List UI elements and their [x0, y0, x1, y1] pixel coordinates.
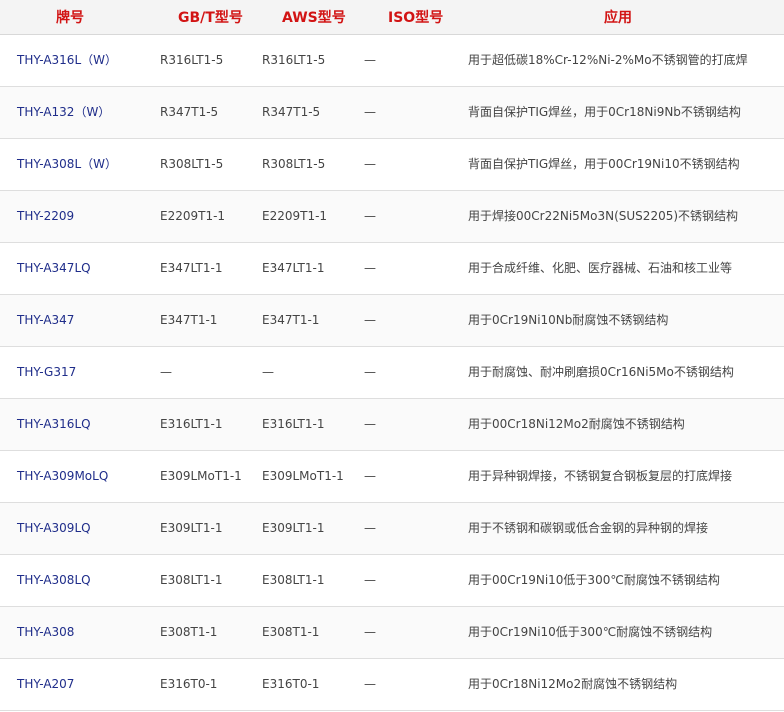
aws-model: R308LT1-5	[262, 157, 326, 171]
iso-model: —	[364, 521, 376, 535]
header-gbt-model: GB/T型号	[178, 10, 243, 26]
brand-link[interactable]: THY-A132（W）	[17, 87, 110, 138]
table-row: THY-2209 E2209T1-1 E2209T1-1 — 用于焊接00Cr2…	[0, 191, 784, 243]
iso-model: —	[364, 469, 376, 483]
brand-link[interactable]: THY-A309MoLQ	[17, 451, 108, 502]
application: 用于合成纤维、化肥、医疗器械、石油和核工业等	[468, 261, 733, 275]
table-row: THY-A347LQ E347LT1-1 E347LT1-1 — 用于合成纤维、…	[0, 243, 784, 295]
brand-link[interactable]: THY-A309LQ	[17, 503, 91, 554]
application: 背面自保护TIG焊丝，用于00Cr19Ni10不锈钢结构	[468, 157, 740, 171]
gbt-model: R347T1-5	[160, 105, 219, 119]
iso-model: —	[364, 625, 376, 639]
gbt-model: —	[160, 365, 172, 379]
iso-model: —	[364, 157, 376, 171]
brand-link[interactable]: THY-A308L（W）	[17, 139, 117, 190]
application: 用于超低碳18%Cr-12%Ni-2%Mo不锈钢管的打底焊	[468, 53, 748, 67]
gbt-model: E308LT1-1	[160, 573, 223, 587]
brand-link[interactable]: THY-A308	[17, 607, 74, 658]
header-brand: 牌号	[56, 10, 84, 26]
aws-model: E347T1-1	[262, 313, 320, 327]
header-aws-model: AWS型号	[282, 10, 346, 26]
aws-model: E316LT1-1	[262, 417, 325, 431]
application: 用于不锈钢和碳钢或低合金钢的异种钢的焊接	[468, 521, 709, 535]
aws-model: E308T1-1	[262, 625, 320, 639]
brand-link[interactable]: THY-G317	[17, 347, 76, 398]
brand-link[interactable]: THY-2209	[17, 191, 74, 242]
header-application: 应用	[604, 10, 632, 26]
application: 背面自保护TIG焊丝，用于0Cr18Ni9Nb不锈钢结构	[468, 105, 741, 119]
iso-model: —	[364, 313, 376, 327]
table-row: THY-A308L（W） R308LT1-5 R308LT1-5 — 背面自保护…	[0, 139, 784, 191]
application: 用于0Cr19Ni10Nb耐腐蚀不锈钢结构	[468, 313, 669, 327]
product-table: 牌号 GB/T型号 AWS型号 ISO型号 应用 THY-A316L（W） R3…	[0, 0, 784, 712]
iso-model: —	[364, 105, 376, 119]
iso-model: —	[364, 677, 376, 691]
gbt-model: E309LMoT1-1	[160, 469, 242, 483]
header-iso-model: ISO型号	[388, 10, 444, 26]
table-header: 牌号 GB/T型号 AWS型号 ISO型号 应用	[0, 0, 784, 35]
table-row: THY-A316LQ E316LT1-1 E316LT1-1 — 用于00Cr1…	[0, 399, 784, 451]
brand-link[interactable]: THY-A308LQ	[17, 555, 91, 606]
brand-link[interactable]: THY-A207	[17, 659, 74, 710]
iso-model: —	[364, 365, 376, 379]
gbt-model: R308LT1-5	[160, 157, 224, 171]
application: 用于异种钢焊接，不锈钢复合钢板复层的打底焊接	[468, 469, 733, 483]
iso-model: —	[364, 53, 376, 67]
aws-model: —	[262, 365, 274, 379]
gbt-model: E309LT1-1	[160, 521, 223, 535]
aws-model: R347T1-5	[262, 105, 321, 119]
brand-link[interactable]: THY-A316L（W）	[17, 35, 117, 86]
application: 用于焊接00Cr22Ni5Mo3N(SUS2205)不锈钢结构	[468, 209, 739, 223]
gbt-model: E347LT1-1	[160, 261, 223, 275]
gbt-model: E347T1-1	[160, 313, 218, 327]
aws-model: E309LT1-1	[262, 521, 325, 535]
table-row: THY-A347 E347T1-1 E347T1-1 — 用于0Cr19Ni10…	[0, 295, 784, 347]
aws-model: E316T0-1	[262, 677, 320, 691]
table-row: THY-A316L（W） R316LT1-5 R316LT1-5 — 用于超低碳…	[0, 35, 784, 87]
gbt-model: E316LT1-1	[160, 417, 223, 431]
table-row: THY-A308LQ E308LT1-1 E308LT1-1 — 用于00Cr1…	[0, 555, 784, 607]
application: 用于0Cr19Ni10低于300℃耐腐蚀不锈钢结构	[468, 625, 713, 639]
brand-link[interactable]: THY-A347	[17, 295, 74, 346]
table-row: THY-G317 — — — 用于耐腐蚀、耐冲刷磨损0Cr16Ni5Mo不锈钢结…	[0, 347, 784, 399]
gbt-model: E308T1-1	[160, 625, 218, 639]
brand-link[interactable]: THY-A316LQ	[17, 399, 91, 450]
aws-model: R316LT1-5	[262, 53, 326, 67]
application: 用于00Cr19Ni10低于300℃耐腐蚀不锈钢结构	[468, 573, 720, 587]
table-row: THY-A132（W） R347T1-5 R347T1-5 — 背面自保护TIG…	[0, 87, 784, 139]
iso-model: —	[364, 209, 376, 223]
iso-model: —	[364, 417, 376, 431]
aws-model: E308LT1-1	[262, 573, 325, 587]
gbt-model: R316LT1-5	[160, 53, 224, 67]
application: 用于0Cr18Ni12Mo2耐腐蚀不锈钢结构	[468, 677, 678, 691]
table-row: THY-A308 E308T1-1 E308T1-1 — 用于0Cr19Ni10…	[0, 607, 784, 659]
table-row: THY-A207 E316T0-1 E316T0-1 — 用于0Cr18Ni12…	[0, 659, 784, 711]
table-row: THY-A309LQ E309LT1-1 E309LT1-1 — 用于不锈钢和碳…	[0, 503, 784, 555]
table-row: THY-A309MoLQ E309LMoT1-1 E309LMoT1-1 — 用…	[0, 451, 784, 503]
iso-model: —	[364, 261, 376, 275]
application: 用于00Cr18Ni12Mo2耐腐蚀不锈钢结构	[468, 417, 685, 431]
iso-model: —	[364, 573, 376, 587]
application: 用于耐腐蚀、耐冲刷磨损0Cr16Ni5Mo不锈钢结构	[468, 365, 734, 379]
aws-model: E2209T1-1	[262, 209, 328, 223]
gbt-model: E316T0-1	[160, 677, 218, 691]
gbt-model: E2209T1-1	[160, 209, 226, 223]
aws-model: E347LT1-1	[262, 261, 325, 275]
brand-link[interactable]: THY-A347LQ	[17, 243, 91, 294]
aws-model: E309LMoT1-1	[262, 469, 344, 483]
